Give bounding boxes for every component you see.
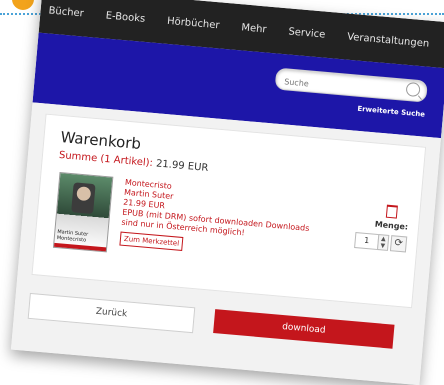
- quantity-stepper[interactable]: ▲ ▼: [376, 234, 390, 251]
- search-input[interactable]: [275, 71, 397, 102]
- refresh-icon[interactable]: ⟳: [389, 235, 408, 253]
- nav-item-veranstaltungen[interactable]: Veranstaltungen: [347, 31, 430, 49]
- trash-icon[interactable]: [385, 204, 398, 219]
- cart-sum-value: 21.99 EUR: [155, 158, 209, 174]
- cart-item-info: Montecristo Martin Suter 21.99 EUR EPUB …: [119, 178, 324, 263]
- back-button[interactable]: Zurück: [27, 292, 196, 334]
- nav-item-mehr[interactable]: Mehr: [241, 22, 267, 35]
- main-content: Warenkorb Summe (1 Artikel): 21.99 EUR M…: [10, 102, 441, 385]
- cart-sum: Summe (1 Artikel): 21.99 EUR: [59, 150, 209, 174]
- quantity-input[interactable]: 1: [354, 232, 380, 251]
- search-box: [274, 67, 428, 103]
- nav-item-ebooks[interactable]: E-Books: [105, 10, 145, 24]
- add-to-notepad-button[interactable]: Zum Merkzettel: [119, 231, 184, 252]
- search-icon[interactable]: [405, 81, 421, 98]
- cart-panel: Warenkorb Summe (1 Artikel): 21.99 EUR M…: [31, 113, 427, 309]
- download-button[interactable]: download: [213, 309, 395, 349]
- cart-title: Warenkorb: [59, 127, 142, 153]
- book-cover-image[interactable]: Martin Suter Montecristo: [52, 172, 114, 253]
- nav-item-service[interactable]: Service: [288, 26, 326, 40]
- nav-item-hoerbuecher[interactable]: Hörbücher: [167, 15, 220, 31]
- advanced-search-link[interactable]: Erweiterte Suche: [357, 105, 425, 119]
- shop-screenshot: Bücher E-Books Hörbücher Mehr Service Ve…: [10, 0, 444, 385]
- quantity-label: Menge:: [374, 219, 409, 232]
- decorative-badge: [12, 0, 34, 10]
- nav-item-buecher[interactable]: Bücher: [48, 5, 84, 19]
